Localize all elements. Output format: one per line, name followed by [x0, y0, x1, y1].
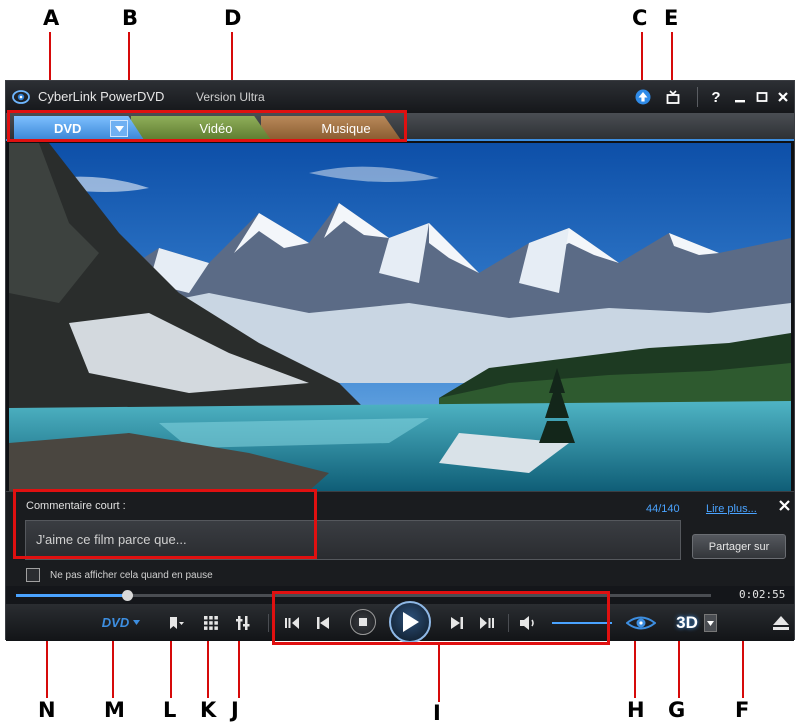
callout-e: E	[664, 6, 679, 30]
comment-label: Commentaire court :	[26, 500, 126, 512]
dvd-menu-button[interactable]: DVD	[96, 604, 146, 641]
leader-i	[438, 644, 440, 702]
read-more-link[interactable]: Lire plus...	[706, 503, 757, 515]
trueTheater-eye-icon[interactable]	[623, 604, 659, 641]
callout-i: I	[433, 701, 441, 723]
play-icon	[403, 612, 419, 632]
close-icon[interactable]	[775, 87, 791, 107]
share-button[interactable]: Partager sur	[692, 534, 786, 559]
player-control-bar: DVD 3D	[6, 601, 794, 643]
callout-c: C	[632, 6, 648, 30]
callout-a: A	[43, 6, 60, 30]
powerdvd-window: CyberLink PowerDVD Version Ultra ? Musiq…	[5, 80, 795, 643]
stop-icon	[359, 618, 367, 626]
volume-slider[interactable]	[552, 622, 612, 624]
seek-track[interactable]	[16, 590, 711, 601]
chevron-down-icon	[707, 620, 714, 626]
minimize-icon[interactable]	[732, 87, 748, 107]
control-separator	[508, 614, 509, 632]
hide-on-pause-checkbox[interactable]	[26, 568, 40, 582]
callout-f: F	[735, 698, 750, 722]
step-forward-icon[interactable]	[476, 604, 498, 641]
previous-icon[interactable]	[312, 604, 334, 641]
callout-b: B	[122, 6, 139, 30]
control-separator	[268, 614, 269, 632]
app-title: CyberLink PowerDVD	[38, 89, 165, 104]
media-tab-bar: Musique Vidéo DVD	[6, 113, 794, 141]
bookmark-icon[interactable]	[164, 604, 188, 641]
callout-j: J	[231, 698, 239, 722]
dvd-menu-label: DVD	[101, 615, 130, 630]
3d-options-button[interactable]	[704, 614, 717, 632]
callout-k: K	[200, 698, 217, 722]
close-icon[interactable]	[779, 498, 790, 516]
step-back-icon[interactable]	[281, 604, 303, 641]
comment-panel: Commentaire court : 44/140 Lire plus... …	[6, 491, 794, 586]
powerdvd-logo-icon	[12, 90, 30, 104]
grid-menu-icon[interactable]	[200, 604, 222, 641]
eject-icon[interactable]	[770, 604, 792, 641]
video-frame-image	[9, 143, 791, 491]
video-viewport[interactable]	[9, 143, 791, 491]
callout-g: G	[668, 698, 686, 722]
callout-h: H	[627, 698, 645, 722]
elapsed-time: 0:02:55	[739, 588, 786, 601]
upgrade-arrow-icon[interactable]	[633, 87, 653, 107]
help-icon[interactable]: ?	[708, 87, 724, 107]
callout-d: D	[224, 6, 242, 30]
hide-on-pause-label: Ne pas afficher cela quand en pause	[50, 570, 213, 581]
callout-m: M	[104, 698, 125, 722]
callout-l: L	[163, 698, 177, 722]
chevron-down-icon	[114, 125, 124, 132]
comment-input[interactable]: J'aime ce film parce que...	[25, 520, 681, 560]
tab-music[interactable]: Musique	[261, 116, 401, 140]
callout-n: N	[38, 698, 56, 722]
title-bar[interactable]: CyberLink PowerDVD Version Ultra ?	[6, 81, 794, 113]
volume-icon[interactable]	[517, 604, 541, 641]
next-icon[interactable]	[446, 604, 468, 641]
3d-button[interactable]: 3D	[674, 604, 700, 641]
settings-icon[interactable]	[231, 604, 255, 641]
play-button[interactable]	[389, 601, 431, 643]
tab-music-label: Musique	[321, 120, 371, 136]
seek-progress	[16, 594, 128, 597]
seek-handle[interactable]	[122, 590, 134, 601]
tab-video-label: Vidéo	[199, 120, 233, 136]
seek-bar[interactable]: 0:02:55	[6, 586, 794, 604]
tab-dropdown-button[interactable]	[110, 120, 128, 137]
app-edition: Version Ultra	[196, 90, 265, 104]
maximize-icon[interactable]	[754, 87, 770, 107]
stop-button[interactable]	[350, 609, 376, 635]
chevron-down-icon	[133, 620, 141, 625]
titlebar-separator	[697, 87, 698, 107]
tab-video[interactable]: Vidéo	[131, 116, 271, 140]
comment-char-counter: 44/140	[646, 503, 680, 515]
tab-dvd-label: DVD	[54, 120, 82, 136]
mini-mode-icon[interactable]	[663, 87, 683, 107]
